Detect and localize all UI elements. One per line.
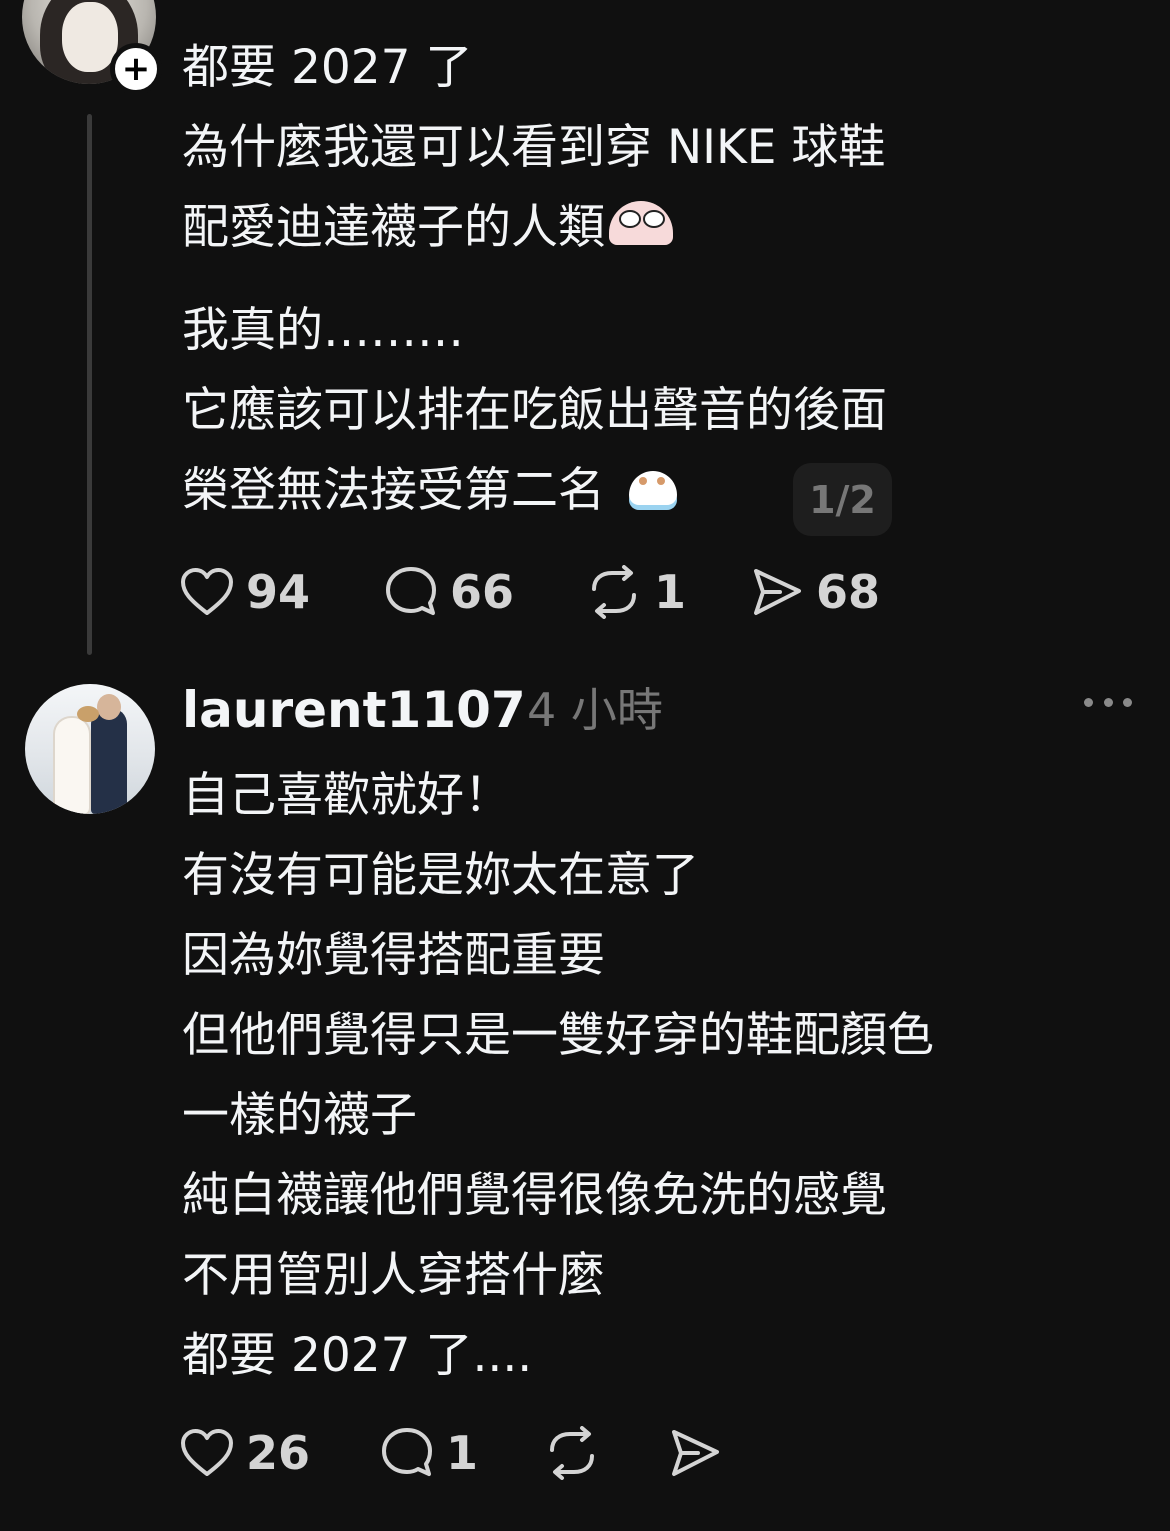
share-count: 68 <box>816 565 881 619</box>
post-line: 都要 2027 了 <box>182 40 473 95</box>
follow-plus-icon[interactable]: + <box>110 43 162 95</box>
post-body-continued: 我真的……… 它應該可以排在吃飯出聲音的後面 榮登無法接受第二名 <box>182 291 887 531</box>
post-line: 它應該可以排在吃飯出聲音的後面 <box>182 383 887 438</box>
share-button[interactable]: 68 <box>750 560 880 624</box>
post-line: 為什麼我還可以看到穿 NIKE 球鞋 <box>182 120 886 175</box>
comment-bubble-icon <box>382 1428 432 1476</box>
post-line: 不用管別人穿搭什麼 <box>182 1248 605 1303</box>
share-send-icon <box>672 1430 719 1476</box>
post-body: 自己喜歡就好！ 有沒有可能是妳太在意了 因為妳覺得搭配重要 但他們覺得只是一雙好… <box>182 756 934 1396</box>
like-button[interactable]: 94 <box>180 560 310 624</box>
post-body: 都要 2027 了 為什麼我還可以看到穿 NIKE 球鞋 配愛迪達襪子的人類 <box>182 28 885 268</box>
heart-icon <box>181 568 233 615</box>
reply-count: 66 <box>450 565 515 619</box>
post-line: 都要 2027 了.... <box>182 1328 533 1383</box>
repost-button[interactable]: 1 <box>586 560 686 624</box>
post-line: 純白襪讓他們覺得很像免洗的感覺 <box>182 1168 887 1223</box>
post-line: 有沒有可能是妳太在意了 <box>182 848 699 903</box>
post-line: 我真的……… <box>182 303 464 358</box>
post-line: 因為妳覺得搭配重要 <box>182 928 605 983</box>
username[interactable]: laurent1107 <box>182 678 526 742</box>
post-line: 一樣的襪子 <box>182 1088 417 1143</box>
post-line-text: 配愛迪達襪子的人類 <box>182 200 605 255</box>
post-line-text: 榮登無法接受第二名 <box>182 463 605 518</box>
crying-blob-sticker-icon <box>609 200 673 245</box>
reply-button[interactable]: 1 <box>380 1421 478 1485</box>
repost-button[interactable] <box>544 1421 600 1485</box>
timestamp: 4 小時 <box>527 683 663 737</box>
more-options-icon[interactable] <box>1084 688 1132 716</box>
reply-button[interactable]: 66 <box>384 560 514 624</box>
hamster-sticker-icon <box>629 470 677 505</box>
share-button[interactable] <box>668 1421 722 1485</box>
post-line: 榮登無法接受第二名 <box>182 451 887 531</box>
like-button[interactable]: 26 <box>180 1421 310 1485</box>
author-avatar[interactable] <box>25 684 155 814</box>
heart-icon <box>181 1429 233 1476</box>
repost-arrows-icon <box>592 565 636 619</box>
thread-connector-line <box>87 114 92 655</box>
like-count: 26 <box>246 1426 311 1480</box>
post-line: 但他們覺得只是一雙好穿的鞋配顏色 <box>182 1008 934 1063</box>
repost-count: 1 <box>654 565 687 619</box>
repost-arrows-icon <box>550 1426 594 1480</box>
comment-bubble-icon <box>386 567 436 615</box>
post-line: 配愛迪達襪子的人類 <box>182 188 885 268</box>
page-indicator-badge[interactable]: 1/2 <box>793 463 892 536</box>
post-line: 自己喜歡就好！ <box>182 768 511 823</box>
reply-count: 1 <box>446 1426 479 1480</box>
like-count: 94 <box>246 565 311 619</box>
share-send-icon <box>754 569 801 615</box>
